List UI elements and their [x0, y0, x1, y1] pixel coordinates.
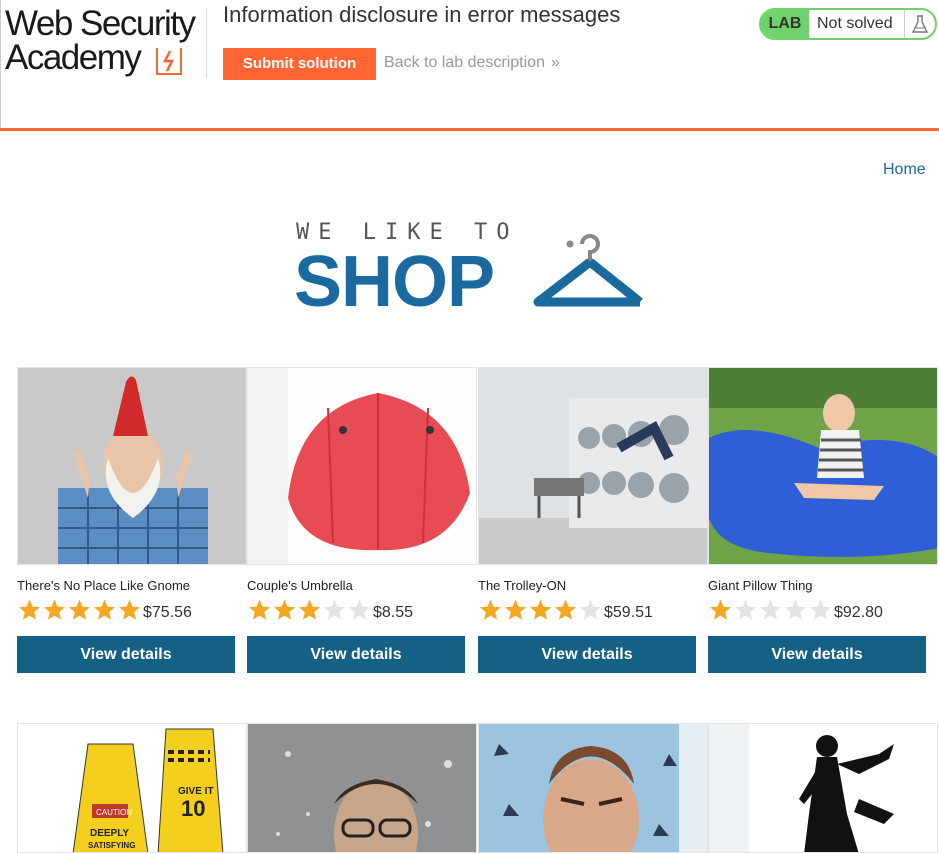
flask-icon — [904, 10, 935, 38]
lab-header: Web Security Academy Information disclos… — [0, 0, 939, 130]
product-image-caution-signs: CAUTION DEEPLY SATISFYING GIVE IT 10 — [17, 723, 247, 853]
rating-stars — [478, 598, 603, 622]
star-empty-icon — [349, 599, 370, 620]
product-price: $8.55 — [373, 604, 414, 621]
rating-stars — [708, 598, 833, 622]
star-filled-icon — [710, 599, 731, 620]
star-empty-icon — [785, 599, 806, 620]
lab-status-widget: LAB Not solved — [759, 8, 937, 40]
product-image-silhouette — [708, 723, 938, 853]
sign-10-text: 10 — [181, 796, 205, 821]
star-empty-icon — [324, 599, 345, 620]
product-image-squinting-man — [478, 723, 708, 853]
lab-status-text: Not solved — [817, 15, 893, 32]
home-link[interactable]: Home — [883, 161, 926, 179]
view-details-button[interactable]: View details — [17, 636, 235, 673]
star-filled-icon — [555, 599, 576, 620]
rating-stars — [17, 598, 142, 622]
double-chevron-right-icon: » — [550, 54, 560, 71]
back-to-lab-description-link[interactable]: Back to lab description » — [384, 54, 560, 72]
star-filled-icon — [530, 599, 551, 620]
product-name: Couple's Umbrella — [247, 578, 353, 593]
sign-satisfying-text: SATISFYING — [88, 841, 135, 850]
view-details-button[interactable]: View details — [478, 636, 696, 673]
logo-mark-icon — [156, 48, 182, 75]
product-image-umbrella — [247, 367, 477, 565]
product-name: Giant Pillow Thing — [708, 578, 813, 593]
star-empty-icon — [810, 599, 831, 620]
logo-divider — [206, 8, 207, 78]
logo-line-2: Academy — [5, 38, 142, 77]
star-filled-icon — [505, 599, 526, 620]
star-filled-icon — [19, 599, 40, 620]
product-image-water-splash — [247, 723, 477, 853]
web-security-academy-logo[interactable]: Web Security Academy — [5, 6, 205, 80]
star-filled-icon — [44, 599, 65, 620]
product-name: The Trolley-ON — [478, 578, 567, 593]
lab-badge: LAB — [761, 10, 809, 38]
sign-caution-text: CAUTION — [96, 808, 132, 817]
product-price: $75.56 — [143, 604, 192, 621]
lab-title: Information disclosure in error messages — [223, 2, 621, 27]
star-filled-icon — [119, 599, 140, 620]
star-empty-icon — [760, 599, 781, 620]
view-details-button[interactable]: View details — [708, 636, 926, 673]
product-image-giant-pillow — [708, 367, 938, 565]
star-filled-icon — [249, 599, 270, 620]
product-name: There's No Place Like Gnome — [17, 578, 191, 593]
star-empty-icon — [735, 599, 756, 620]
view-details-button[interactable]: View details — [247, 636, 465, 673]
star-empty-icon — [580, 599, 601, 620]
hanger-icon — [533, 234, 643, 307]
we-like-to-shop-logo: WE LIKE TO SHOP — [294, 220, 656, 322]
star-filled-icon — [274, 599, 295, 620]
sign-deeply-text: DEEPLY — [90, 828, 129, 839]
submit-solution-button[interactable]: Submit solution — [223, 48, 376, 80]
star-filled-icon — [299, 599, 320, 620]
star-filled-icon — [94, 599, 115, 620]
product-image-trolley — [478, 367, 708, 565]
header-divider — [0, 128, 939, 131]
shop-logo-word: SHOP — [294, 242, 495, 322]
back-link-label: Back to lab description — [384, 54, 545, 71]
star-filled-icon — [480, 599, 501, 620]
product-price: $92.80 — [834, 604, 883, 621]
logo-line-1: Web Security — [5, 4, 196, 43]
star-filled-icon — [69, 599, 90, 620]
rating-stars — [247, 598, 372, 622]
product-price: $59.51 — [604, 604, 653, 621]
product-image-gnome — [17, 367, 247, 565]
